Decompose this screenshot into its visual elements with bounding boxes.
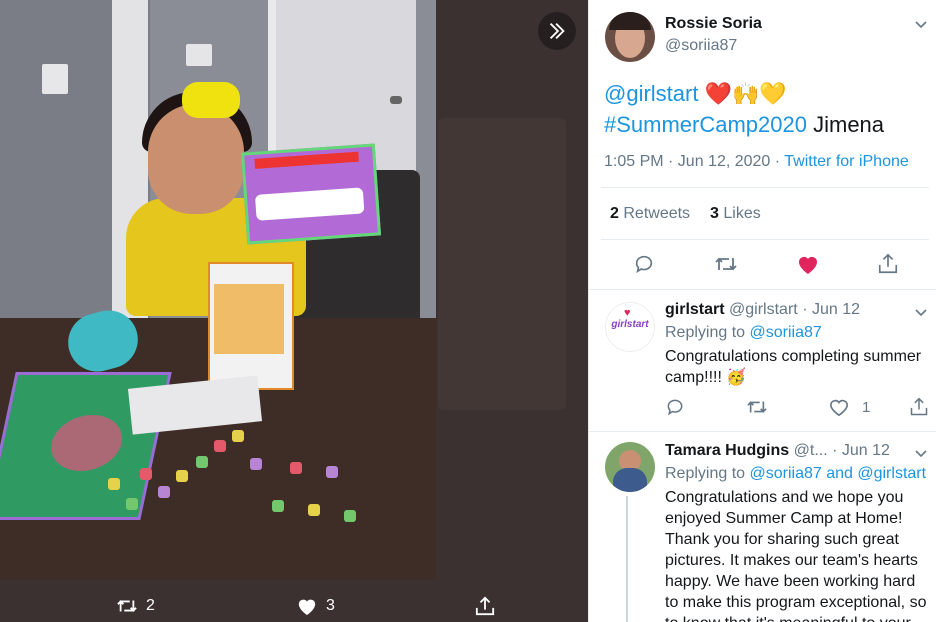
reply-share-button[interactable] bbox=[909, 397, 929, 422]
tweet-timestamp: 1:05 PM · Jun 12, 2020 · Twitter for iPh… bbox=[604, 153, 909, 171]
reply-text: Congratulations completing summer camp!!… bbox=[665, 348, 922, 386]
tweet-time[interactable]: 1:05 PM · Jun 12, 2020 · bbox=[604, 153, 780, 170]
media-lightbox: 2 3 bbox=[0, 0, 588, 622]
heart-icon bbox=[829, 399, 849, 417]
retweets-stat[interactable]: 2 Retweets bbox=[610, 205, 690, 223]
reply-header: Tamara Hudgins @t... · Jun 12 bbox=[665, 442, 890, 460]
reply-author-name[interactable]: girlstart bbox=[665, 301, 725, 318]
hashtag-link[interactable]: #SummerCamp2020 bbox=[604, 112, 807, 137]
chevron-down-icon[interactable] bbox=[913, 445, 929, 461]
reply-header: girlstart @girlstart · Jun 12 bbox=[665, 301, 860, 319]
author-handle[interactable]: @soriia87 bbox=[665, 37, 737, 55]
tweet-source-link[interactable]: Twitter for iPhone bbox=[784, 153, 909, 170]
reply-avatar-girlstart[interactable]: girlstart ♥ bbox=[605, 302, 655, 352]
share-button[interactable] bbox=[877, 253, 899, 280]
author-name[interactable]: Rossie Soria bbox=[665, 15, 762, 33]
lightbox-retweet-count: 2 bbox=[146, 597, 155, 614]
reply-icon bbox=[635, 255, 653, 274]
tweet-text: @girlstart ❤️🙌💛 #SummerCamp2020 Jimena bbox=[604, 78, 924, 140]
lightbox-share-button[interactable] bbox=[474, 596, 496, 616]
next-media-preview bbox=[438, 118, 566, 410]
reply-replying-to: Replying to @soriia87 bbox=[665, 324, 822, 341]
double-chevron-right-icon bbox=[549, 23, 565, 39]
lightbox-like-count: 3 bbox=[326, 597, 335, 614]
heart-icon bbox=[799, 257, 817, 274]
reply-date[interactable]: · Jun 12 bbox=[832, 442, 890, 459]
reply-like-count: 1 bbox=[862, 398, 871, 416]
share-icon bbox=[878, 253, 898, 274]
reply-replying-to: Replying to @soriia87 and @girlstart bbox=[665, 465, 927, 482]
retweet-icon bbox=[715, 257, 737, 271]
retweet-icon bbox=[117, 600, 137, 612]
tweet-photo[interactable] bbox=[0, 0, 436, 580]
lightbox-action-bar: 2 3 bbox=[0, 590, 588, 622]
heart-icon bbox=[298, 599, 316, 616]
replying-to-link[interactable]: @soriia87 and @girlstart bbox=[750, 465, 927, 482]
girlstart-logo-text: girlstart bbox=[611, 319, 649, 330]
retweet-icon bbox=[747, 401, 767, 413]
retweet-button[interactable] bbox=[714, 253, 738, 280]
mention-link[interactable]: @girlstart bbox=[604, 81, 698, 106]
likes-stat[interactable]: 3 Likes bbox=[710, 205, 761, 223]
share-icon bbox=[475, 596, 495, 616]
tweet-emojis: ❤️🙌💛 bbox=[704, 81, 787, 106]
author-avatar[interactable] bbox=[605, 12, 655, 62]
thread-line bbox=[626, 496, 628, 622]
reply-date[interactable]: · Jun 12 bbox=[802, 301, 860, 318]
reply-button[interactable] bbox=[633, 253, 655, 280]
reply-reply-button[interactable] bbox=[665, 397, 685, 422]
reply-like-button[interactable]: 1 bbox=[828, 397, 870, 417]
reply-icon bbox=[667, 399, 683, 416]
replying-to-link[interactable]: @soriia87 bbox=[750, 324, 822, 341]
tweet-text-name: Jimena bbox=[813, 112, 885, 137]
reply-author-handle[interactable]: @t... bbox=[794, 442, 828, 459]
reply-author-name[interactable]: Tamara Hudgins bbox=[665, 442, 789, 459]
like-button[interactable] bbox=[796, 253, 820, 280]
chevron-down-icon[interactable] bbox=[913, 16, 929, 32]
lightbox-like-button[interactable]: 3 bbox=[296, 596, 335, 616]
heart-icon: ♥ bbox=[624, 307, 631, 319]
reply-retweet-button[interactable] bbox=[746, 397, 768, 422]
reply-avatar-tamara[interactable] bbox=[605, 442, 655, 492]
reply-text: Congratulations and we hope you enjoyed … bbox=[665, 489, 927, 622]
lightbox-retweet-button[interactable]: 2 bbox=[116, 596, 155, 616]
tweet-detail-pane: Rossie Soria @soriia87 @girlstart ❤️🙌💛 #… bbox=[588, 0, 936, 622]
share-icon bbox=[910, 397, 928, 416]
collapse-details-button[interactable] bbox=[538, 12, 576, 50]
chevron-down-icon[interactable] bbox=[913, 304, 929, 320]
reply-author-handle[interactable]: @girlstart bbox=[729, 301, 798, 318]
